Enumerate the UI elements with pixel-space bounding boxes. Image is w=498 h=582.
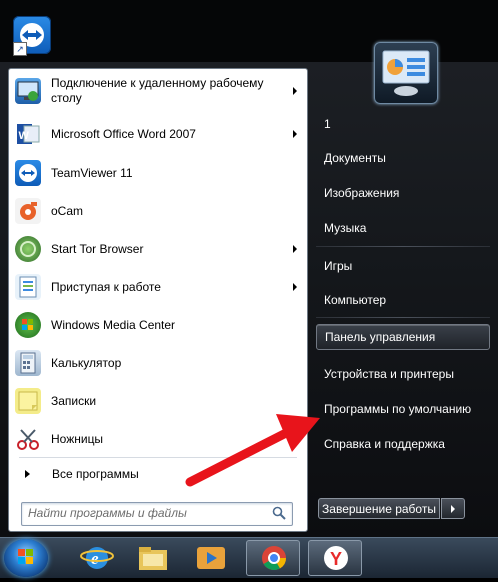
search-icon[interactable] <box>272 506 286 520</box>
control-panel-link[interactable]: Панель управления <box>316 324 490 350</box>
program-tor[interactable]: Start Tor Browser <box>11 232 305 266</box>
program-teamviewer[interactable]: TeamViewer 11 <box>11 156 305 190</box>
program-label: Microsoft Office Word 2007 <box>51 126 196 141</box>
taskbar-explorer[interactable] <box>126 540 180 576</box>
media-player-icon <box>197 547 225 569</box>
program-label: Подключение к удаленному рабочему столу <box>51 76 264 105</box>
program-label: Windows Media Center <box>51 317 176 332</box>
red-annotation-arrow-icon <box>185 414 320 487</box>
program-media-center[interactable]: Windows Media Center <box>11 308 305 342</box>
teamviewer-icon <box>15 160 41 186</box>
help-support-link[interactable]: Справка и поддержка <box>316 430 490 458</box>
submenu-arrow-icon[interactable] <box>293 283 297 291</box>
search-box[interactable] <box>21 502 293 526</box>
calculator-icon <box>15 350 41 376</box>
word-icon: W <box>15 121 41 147</box>
taskbar-internet-explorer[interactable]: e <box>70 540 124 576</box>
snipping-tool-icon <box>15 426 41 452</box>
pictures-link[interactable]: Изображения <box>316 179 490 207</box>
all-programs-label: Все программы <box>52 467 139 481</box>
pictures-label: Изображения <box>324 186 400 200</box>
shutdown-button[interactable]: Завершение работы <box>318 498 440 519</box>
devices-printers-link[interactable]: Устройства и принтеры <box>316 360 490 388</box>
program-label: oCam <box>51 203 84 218</box>
shortcut-arrow-icon: ↗ <box>13 42 27 56</box>
computer-label: Компьютер <box>324 293 387 307</box>
music-label: Музыка <box>324 221 367 235</box>
program-word[interactable]: W Microsoft Office Word 2007 <box>11 117 305 151</box>
control-panel-label: Панель управления <box>325 330 436 344</box>
yandex-browser-icon: Y <box>324 546 348 570</box>
user-name: 1 <box>324 117 331 131</box>
getting-started-icon <box>15 274 41 300</box>
taskbar-yandex-browser[interactable]: Y <box>308 540 362 576</box>
program-label: TeamViewer 11 <box>51 165 133 180</box>
ocam-icon <box>15 198 41 224</box>
remote-desktop-icon <box>15 78 41 104</box>
divider <box>316 246 490 247</box>
submenu-arrow-icon[interactable] <box>293 245 297 253</box>
games-link[interactable]: Игры <box>316 252 490 280</box>
shutdown-options-button[interactable] <box>441 498 465 519</box>
default-programs-link[interactable]: Программы по умолчанию <box>316 395 490 423</box>
user-picture[interactable] <box>374 42 438 104</box>
submenu-arrow-icon[interactable] <box>293 87 297 95</box>
program-ocam[interactable]: oCam <box>11 194 305 228</box>
default-programs-label: Программы по умолчанию <box>324 402 472 416</box>
taskbar-media-player[interactable] <box>184 540 238 576</box>
help-label: Справка и поддержка <box>324 437 445 451</box>
media-center-icon <box>15 312 41 338</box>
tor-browser-icon <box>15 236 41 262</box>
submenu-arrow-icon[interactable] <box>293 130 297 138</box>
search-input[interactable] <box>22 503 268 523</box>
user-folder-link[interactable]: 1 <box>316 110 490 138</box>
explorer-icon <box>139 547 167 570</box>
sticky-notes-icon <box>15 388 41 414</box>
documents-label: Документы <box>324 151 386 165</box>
program-calculator[interactable]: Калькулятор <box>11 346 305 380</box>
svg-text:W: W <box>19 130 30 142</box>
windows-logo-icon <box>18 549 33 564</box>
start-orb[interactable] <box>4 539 48 577</box>
music-link[interactable]: Музыка <box>316 214 490 242</box>
teamviewer-desktop-icon[interactable]: ↗ <box>13 16 51 56</box>
chrome-icon <box>262 546 286 571</box>
taskbar: e Y <box>0 537 498 578</box>
program-label: Start Tor Browser <box>51 241 144 256</box>
documents-link[interactable]: Документы <box>316 144 490 172</box>
games-label: Игры <box>324 259 353 273</box>
control-panel-picture-icon <box>382 50 430 96</box>
program-remote-desktop[interactable]: Подключение к удаленному рабочему столу <box>11 74 305 108</box>
start-menu: Подключение к удаленному рабочему столу … <box>0 42 498 537</box>
shutdown-arrow-icon <box>451 505 455 513</box>
divider <box>316 317 490 318</box>
svg-text:Y: Y <box>330 549 342 569</box>
all-programs-arrow-icon <box>25 470 30 478</box>
taskbar-chrome[interactable] <box>246 540 300 576</box>
internet-explorer-icon: e <box>80 547 114 569</box>
program-getting-started[interactable]: Приступая к работе <box>11 270 305 304</box>
program-label: Калькулятор <box>51 355 122 370</box>
devices-label: Устройства и принтеры <box>324 367 454 381</box>
computer-link[interactable]: Компьютер <box>316 286 490 314</box>
program-label: Приступая к работе <box>51 279 161 294</box>
